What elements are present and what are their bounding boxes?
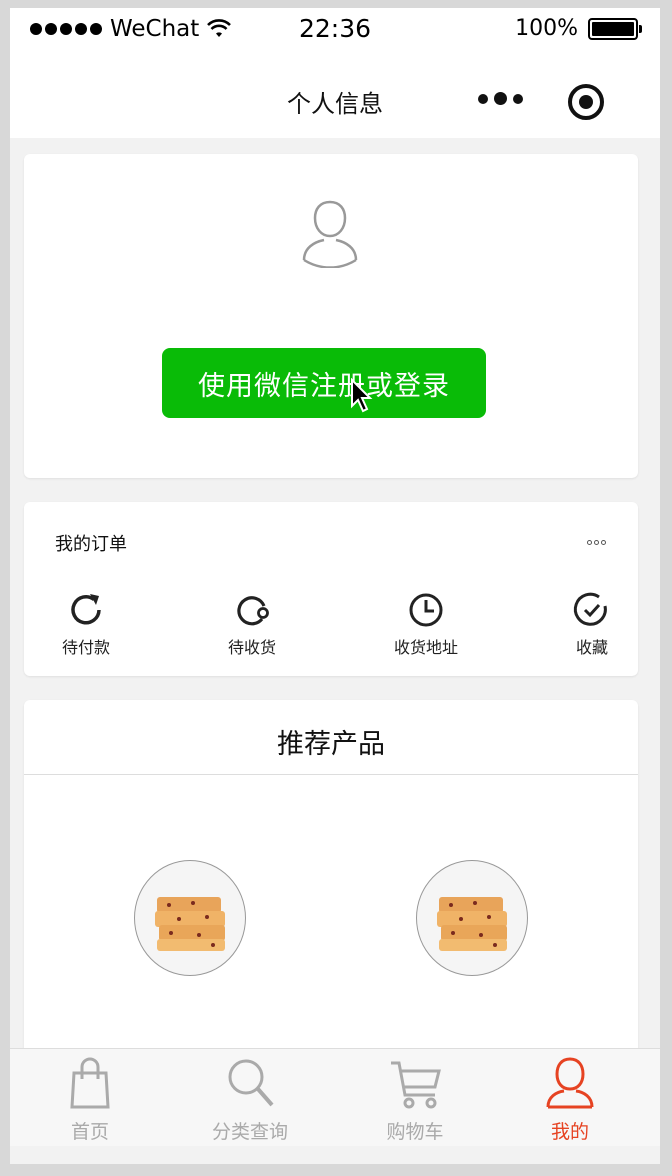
check-circle-icon (573, 592, 607, 626)
product-image[interactable] (416, 860, 528, 976)
order-item-label: 待收货 (227, 638, 276, 657)
my-orders-card: 我的订单 待付款 待收货 收货地址 收藏 (24, 502, 638, 676)
tab-label: 首页 (70, 1121, 109, 1143)
tab-mine[interactable]: 我的 (500, 1055, 640, 1144)
phone-screen: WeChat 22:36 100% 个人信息 使用微信注册或登录 我的订单 待付… (10, 8, 660, 1164)
mouse-cursor-icon (351, 378, 373, 413)
shopping-bag-icon (70, 1057, 110, 1109)
battery-percent: 100% (515, 16, 578, 41)
tab-label: 购物车 (386, 1121, 444, 1143)
login-card: 使用微信注册或登录 (24, 154, 638, 478)
avatar-placeholder-icon (302, 200, 358, 268)
tab-home[interactable]: 首页 (20, 1055, 160, 1144)
cookie-image (155, 897, 225, 951)
order-item-label: 收货地址 (393, 638, 458, 657)
user-icon (546, 1057, 594, 1109)
close-miniprogram-icon[interactable] (568, 84, 604, 120)
refresh-icon (71, 594, 101, 625)
tab-label: 我的 (550, 1121, 589, 1143)
receive-icon (237, 596, 269, 626)
wechat-login-button[interactable]: 使用微信注册或登录 (162, 348, 486, 418)
tab-label: 分类查询 (211, 1121, 288, 1143)
order-item-favorites[interactable]: 收藏 (542, 590, 642, 658)
recommended-title: 推荐产品 (277, 729, 385, 760)
recommended-products-card: 推荐产品 (24, 700, 638, 1100)
more-icon[interactable] (478, 92, 523, 105)
search-icon (228, 1059, 274, 1107)
tab-cart[interactable]: 购物车 (345, 1055, 485, 1144)
battery-status: 100% (515, 16, 642, 41)
battery-icon (588, 17, 642, 40)
tab-category-search[interactable]: 分类查询 (180, 1055, 320, 1144)
order-item-pending-payment[interactable]: 待付款 (36, 590, 136, 658)
orders-title: 我的订单 (55, 534, 127, 555)
status-bar: WeChat 22:36 100% (10, 8, 660, 52)
tab-bar: 首页 分类查询 购物车 我的 (10, 1048, 660, 1146)
order-item-address[interactable]: 收货地址 (376, 590, 476, 658)
navigation-bar: 个人信息 (10, 52, 660, 138)
clock-icon (409, 593, 443, 627)
more-orders-icon[interactable] (587, 540, 606, 545)
cart-icon (391, 1061, 441, 1109)
cookie-image (437, 897, 507, 951)
order-item-label: 待付款 (61, 638, 110, 657)
divider (24, 774, 638, 775)
order-item-pending-receipt[interactable]: 待收货 (202, 590, 302, 658)
page-title: 个人信息 (287, 90, 383, 118)
product-image[interactable] (134, 860, 246, 976)
order-item-label: 收藏 (575, 638, 608, 657)
